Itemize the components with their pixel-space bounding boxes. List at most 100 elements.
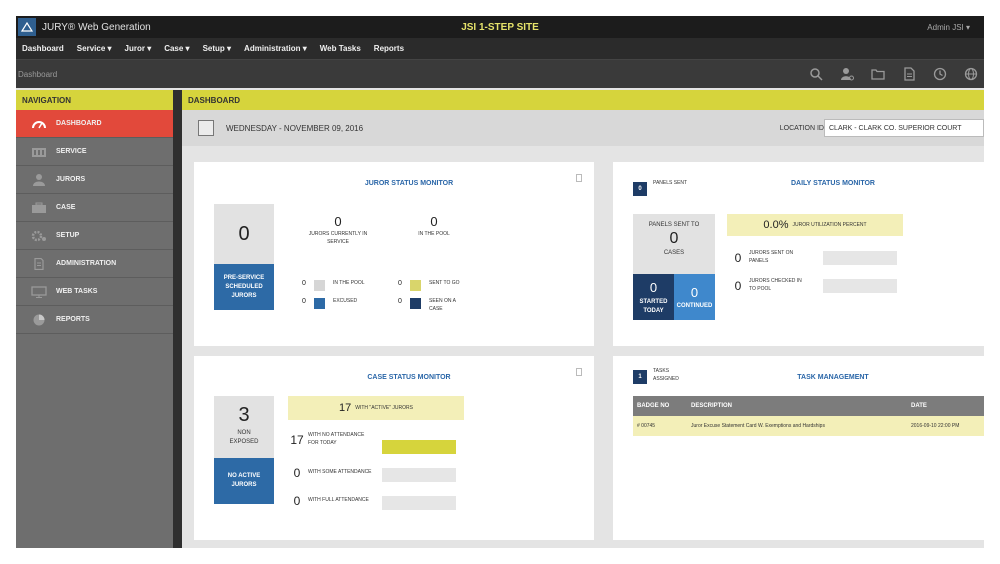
navigation-header: NAVIGATION — [16, 90, 173, 110]
clock-icon[interactable] — [931, 65, 949, 83]
started-today-button[interactable]: 0 STARTED TODAY — [633, 274, 674, 320]
case-status-title: CASE STATUS MONITOR — [367, 374, 451, 381]
daily-status-panel: 0 PANELS SENT DAILY STATUS MONITOR PANEL… — [613, 162, 984, 346]
jurors-checked-in-bar — [823, 279, 897, 293]
task-date-cell: 2016-09-10 22:00 PM — [911, 423, 960, 429]
stat-value: 0 — [430, 214, 438, 229]
row-label: WITH FULL ATTENDANCE — [308, 497, 369, 504]
location-label: LOCATION ID — [779, 124, 824, 132]
legend-label: IN THE POOL — [333, 280, 365, 286]
menu-dashboard[interactable]: Dashboard — [22, 44, 64, 53]
search-icon[interactable] — [807, 65, 825, 83]
row-label: WITH NO ATTENDANCE FOR TODAY — [308, 432, 365, 446]
panels-sent-to-label: PANELS SENT TO — [648, 222, 700, 228]
row-value: 0 — [734, 250, 742, 265]
menu-reports[interactable]: Reports — [374, 44, 404, 53]
sidebar-item-label: CASE — [56, 204, 76, 211]
document-icon[interactable] — [900, 65, 918, 83]
some-attendance-row: 0 WITH SOME ATTENDANCE — [290, 466, 374, 480]
legend-value: 0 — [302, 280, 306, 287]
pre-service-scheduled-button[interactable]: PRE-SERVICE SCHEDULED JURORS — [214, 264, 274, 310]
case-status-panel: CASE STATUS MONITOR 3 NON EXPOSED NO ACT… — [194, 356, 594, 540]
date-bar: WEDNESDAY - NOVEMBER 09, 2016 LOCATION I… — [182, 110, 984, 146]
legend-label: EXCUSED — [333, 298, 358, 304]
menu-case[interactable]: Case ▾ — [164, 44, 189, 53]
pin-icon[interactable] — [576, 368, 582, 376]
task-table: BADGE NO DESCRIPTION DATE # 00745 Juror … — [633, 396, 984, 436]
menu-juror[interactable]: Juror ▾ — [125, 44, 152, 53]
tasks-assigned-badge: 1 — [633, 370, 647, 384]
column-header-date[interactable]: DATE — [907, 396, 984, 416]
non-exposed-value: 3 — [238, 404, 250, 426]
legend-swatch — [410, 298, 421, 309]
pre-service-count-box: 0 — [214, 204, 274, 264]
tasks-assigned-label: TASKS ASSIGNED — [653, 368, 679, 382]
no-active-jurors-button[interactable]: NO ACTIVE JURORS — [214, 458, 274, 504]
row-label: WITH SOME ATTENDANCE — [308, 469, 372, 476]
table-row[interactable]: # 00745 Juror Excuse Statement Card W. E… — [633, 416, 984, 436]
column-header-description[interactable]: DESCRIPTION — [687, 396, 907, 416]
column-header-badge-no[interactable]: BADGE NO — [633, 396, 687, 416]
pie-chart-icon — [30, 313, 48, 327]
continued-label: CONTINUED — [676, 303, 713, 310]
continued-value: 0 — [690, 284, 699, 300]
jury-logo-icon — [18, 18, 36, 36]
no-attendance-bar — [382, 440, 456, 454]
globe-icon[interactable] — [962, 65, 980, 83]
monitor-icon — [30, 285, 48, 299]
app-window: JURY® Web Generation JSI 1-STEP SITE Adm… — [16, 16, 984, 548]
calendar-icon[interactable] — [198, 120, 214, 136]
row-label: JURORS SENT ON PANELS — [749, 250, 794, 264]
dashboard-gauge-icon — [30, 117, 48, 131]
title-bar: JURY® Web Generation JSI 1-STEP SITE Adm… — [16, 16, 984, 38]
no-attendance-row: 17 WITH NO ATTENDANCE FOR TODAY — [290, 432, 374, 447]
legend-label: SEEN ON A CASE — [429, 298, 456, 312]
pre-service-count: 0 — [238, 222, 250, 245]
sidebar-item-label: ADMINISTRATION — [56, 260, 117, 267]
location-select[interactable]: CLARK - CLARK CO. SUPERIOR COURT — [824, 119, 984, 137]
full-attendance-row: 0 WITH FULL ATTENDANCE — [290, 494, 374, 508]
current-date: WEDNESDAY - NOVEMBER 09, 2016 — [226, 123, 364, 133]
sidebar-item-label: REPORTS — [56, 316, 90, 323]
menu-web-tasks[interactable]: Web Tasks — [320, 44, 361, 53]
user-menu[interactable]: Admin JSI ▾ — [927, 23, 970, 32]
active-jurors-bar: 17 WITH "ACTIVE" JURORS — [288, 396, 464, 420]
menu-service[interactable]: Service ▾ — [77, 44, 112, 53]
sidebar-item-setup[interactable]: SETUP — [16, 222, 173, 250]
sidebar-item-jurors[interactable]: JURORS — [16, 166, 173, 194]
continued-button[interactable]: 0 CONTINUED — [674, 274, 715, 320]
task-management-title: TASK MANAGEMENT — [797, 374, 869, 381]
menu-setup[interactable]: Setup ▾ — [203, 44, 231, 53]
juror-status-title: JUROR STATUS MONITOR — [364, 180, 454, 187]
juror-status-panel: JUROR STATUS MONITOR 0 PRE-SERVICE SCHED… — [194, 162, 594, 346]
breadcrumb-bar: Dashboard — [16, 60, 984, 88]
stat-label: JURORS CURRENTLY IN SERVICE — [308, 231, 368, 245]
navigation-sidebar: NAVIGATION DASHBOARD SERVICE JURORS CASE — [16, 90, 173, 548]
sidebar-item-administration[interactable]: ADMINISTRATION — [16, 250, 173, 278]
jurors-sent-on-panels-row: 0 JURORS SENT ON PANELS — [731, 250, 809, 265]
sidebar-item-web-tasks[interactable]: WEB TASKS — [16, 278, 173, 306]
panels-sent-value: 0 — [669, 230, 679, 247]
sidebar-item-case[interactable]: CASE — [16, 194, 173, 222]
user-settings-icon[interactable] — [838, 65, 856, 83]
row-value: 0 — [293, 494, 301, 508]
breadcrumb[interactable]: Dashboard — [18, 70, 57, 79]
menu-administration[interactable]: Administration ▾ — [244, 44, 307, 53]
toolbar-icons — [794, 65, 980, 83]
sidebar-item-dashboard[interactable]: DASHBOARD — [16, 110, 173, 138]
folder-icon[interactable] — [869, 65, 887, 83]
table-header: BADGE NO DESCRIPTION DATE — [633, 396, 984, 416]
some-attendance-bar — [382, 468, 456, 482]
full-attendance-bar — [382, 496, 456, 510]
started-today-label: STARTED TODAY — [639, 298, 668, 314]
pin-icon[interactable] — [576, 174, 582, 182]
sidebar-item-service[interactable]: SERVICE — [16, 138, 173, 166]
legend-excused: 0 EXCUSED — [302, 298, 383, 309]
legend-value: 0 — [302, 298, 306, 305]
in-the-pool-stat: 0 IN THE POOL — [402, 214, 466, 239]
person-icon — [30, 173, 48, 187]
gears-icon — [30, 229, 48, 243]
cases-label: CASES — [663, 250, 685, 256]
sidebar-item-reports[interactable]: REPORTS — [16, 306, 173, 334]
legend-label: SENT TO GO — [429, 280, 460, 286]
